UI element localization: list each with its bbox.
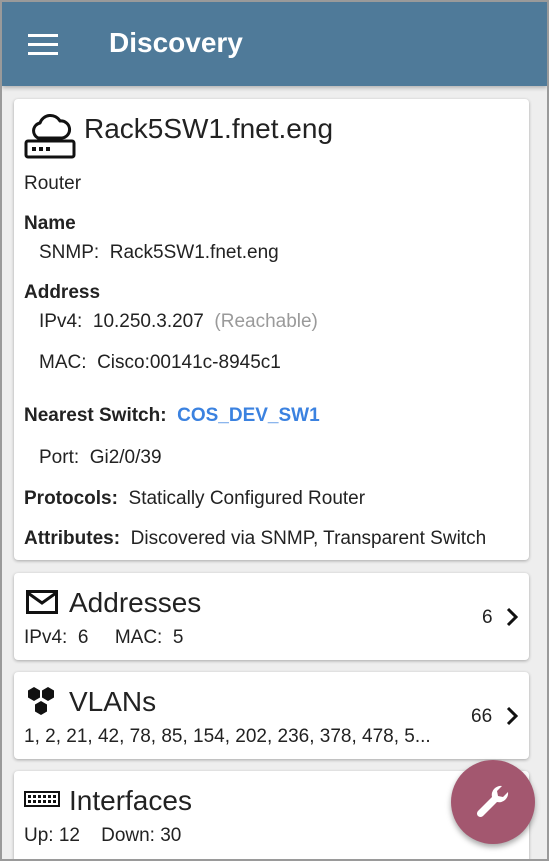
router-cloud-icon bbox=[24, 114, 76, 159]
protocols-label: Protocols: bbox=[24, 488, 118, 509]
port-row: Port: Gi2/0/39 bbox=[39, 447, 162, 469]
vlans-summary: 1, 2, 21, 42, 78, 85, 154, 202, 236, 378… bbox=[24, 726, 431, 747]
mac-row: MAC: Cisco:00141c-8945c1 bbox=[39, 352, 281, 374]
nearest-switch-link[interactable]: COS_DEV_SW1 bbox=[177, 405, 320, 426]
addresses-card[interactable]: Addresses IPv4: 6 MAC: 5 6 bbox=[14, 573, 529, 660]
vlans-count: 66 bbox=[471, 706, 493, 727]
attributes-label: Attributes: bbox=[24, 528, 121, 549]
tools-fab-button[interactable] bbox=[451, 760, 535, 844]
device-card: Rack5SW1.fnet.eng Router Name SNMP: Rack… bbox=[14, 99, 529, 560]
addresses-count: 6 bbox=[482, 607, 493, 628]
chevron-right-icon[interactable] bbox=[506, 706, 518, 726]
ipv4-label: IPv4: bbox=[39, 311, 83, 332]
mac-value: Cisco:00141c-8945c1 bbox=[97, 352, 281, 373]
hamburger-menu-icon[interactable] bbox=[28, 34, 58, 56]
addresses-summary: IPv4: 6 MAC: 5 bbox=[24, 627, 184, 648]
nearest-switch-label: Nearest Switch: bbox=[24, 405, 167, 426]
interfaces-title: Interfaces bbox=[69, 785, 192, 816]
snmp-name-row: SNMP: Rack5SW1.fnet.eng bbox=[39, 242, 279, 264]
port-value: Gi2/0/39 bbox=[89, 447, 162, 468]
switch-ports-icon bbox=[24, 791, 60, 807]
screen: Discovery Rack5SW1.fnet.eng Router Name … bbox=[0, 0, 549, 861]
vlans-title: VLANs bbox=[69, 686, 157, 717]
hexagon-cluster-icon bbox=[28, 687, 54, 715]
reachability-status: (Reachable) bbox=[214, 311, 318, 332]
snmp-label: SNMP: bbox=[39, 242, 100, 263]
interfaces-summary: Up: 12 Down: 30 bbox=[24, 825, 182, 846]
device-type: Router bbox=[24, 173, 82, 194]
app-bar: Discovery bbox=[2, 2, 547, 86]
protocols-row: Protocols: Statically Configured Router bbox=[24, 488, 365, 510]
wrench-icon bbox=[476, 785, 509, 818]
ipv4-value[interactable]: 10.250.3.207 bbox=[93, 311, 204, 332]
protocols-value: Statically Configured Router bbox=[128, 488, 366, 509]
attributes-row: Attributes: Discovered via SNMP, Transpa… bbox=[24, 528, 486, 550]
snmp-value: Rack5SW1.fnet.eng bbox=[109, 242, 279, 263]
addresses-title: Addresses bbox=[69, 587, 202, 618]
page-title: Discovery bbox=[109, 27, 243, 58]
device-name: Rack5SW1.fnet.eng bbox=[84, 113, 334, 144]
envelope-icon bbox=[26, 590, 58, 614]
port-label: Port: bbox=[39, 447, 80, 468]
mac-label: MAC: bbox=[39, 352, 87, 373]
interfaces-card[interactable]: Interfaces Up: 12 Down: 30 bbox=[14, 771, 529, 859]
vlans-card[interactable]: VLANs 1, 2, 21, 42, 78, 85, 154, 202, 23… bbox=[14, 672, 529, 759]
ipv4-row: IPv4: 10.250.3.207 (Reachable) bbox=[39, 311, 318, 333]
address-section-label: Address bbox=[24, 282, 101, 303]
chevron-right-icon[interactable] bbox=[506, 607, 518, 627]
nearest-switch-row: Nearest Switch: COS_DEV_SW1 bbox=[24, 405, 320, 427]
attributes-value: Discovered via SNMP, Transparent Switch bbox=[130, 528, 487, 549]
name-section-label: Name bbox=[24, 213, 76, 234]
